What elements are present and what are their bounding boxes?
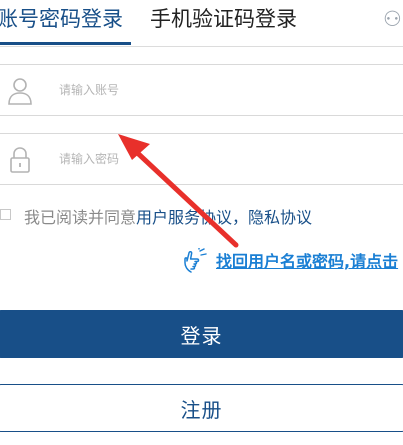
tab-sms-code-login[interactable]: 手机验证码登录 [150, 4, 297, 34]
agreement-prefix: 我已阅读并同意 [24, 208, 137, 227]
account-field [0, 64, 403, 116]
qrcode-icon[interactable]: ⚇ [383, 4, 402, 34]
privacy-agreement-link[interactable]: 隐私协议 [248, 208, 312, 227]
password-input[interactable] [59, 134, 389, 184]
service-agreement-link[interactable]: 用户服务协议 [136, 208, 232, 227]
tab-account-password-login[interactable]: 账号密码登录 [0, 4, 123, 34]
agreement-separator: ， [232, 208, 249, 227]
recover-account-link[interactable]: 找回用户名或密码,请点击 [216, 250, 398, 274]
login-button[interactable]: 登录 [0, 310, 403, 358]
user-icon [8, 78, 32, 105]
pointing-hand-icon [184, 248, 207, 273]
active-tab-underline [0, 42, 131, 45]
agreement-line: 我已阅读并同意用户服务协议，隐私协议 [24, 206, 312, 230]
agreement-checkbox[interactable] [0, 209, 11, 220]
login-tabs: 账号密码登录 手机验证码登录 ⚇ [0, 0, 403, 47]
account-input[interactable] [59, 65, 389, 115]
lock-icon [10, 147, 30, 173]
register-button[interactable]: 注册 [0, 384, 403, 432]
password-field [0, 133, 403, 185]
